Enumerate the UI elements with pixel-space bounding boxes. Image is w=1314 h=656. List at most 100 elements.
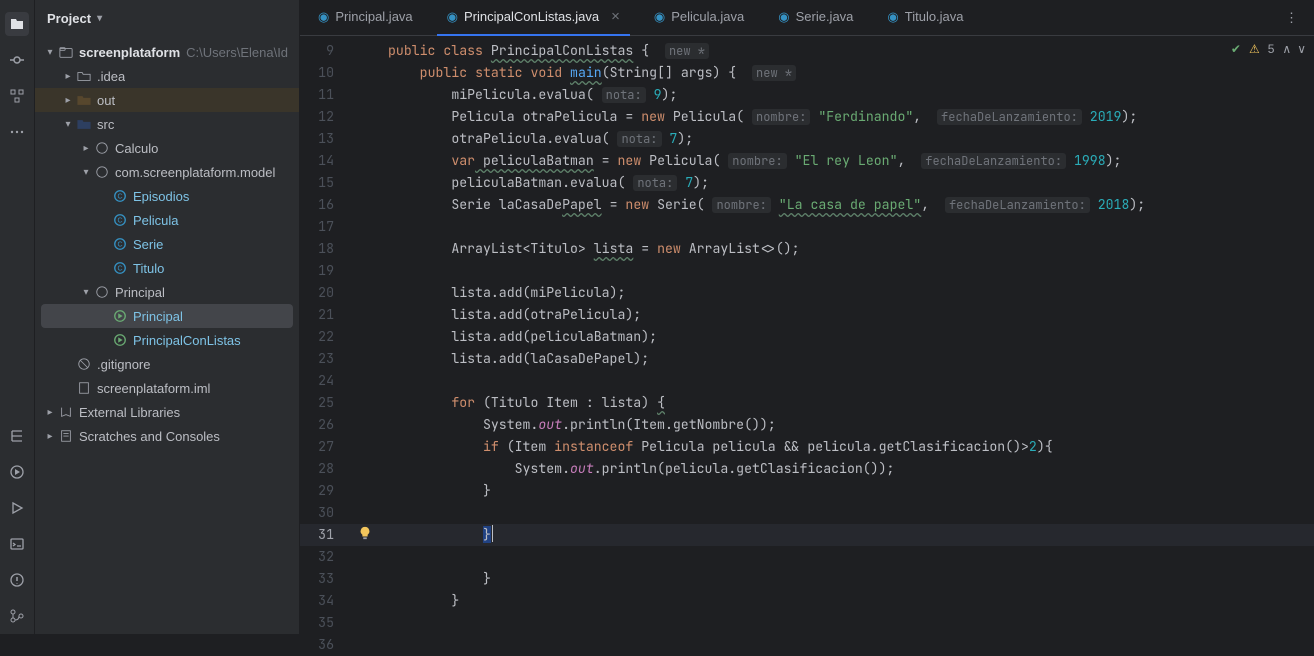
svg-text:C: C (117, 194, 122, 201)
file-icon (75, 357, 93, 371)
bookmarks-tool-icon[interactable] (5, 424, 29, 448)
line-number: 11 (300, 84, 348, 106)
project-icon (57, 45, 75, 59)
more-tool-icon[interactable] (5, 120, 29, 144)
tab-principal[interactable]: ◉ Principal.java (308, 0, 423, 36)
tree-class-titulo[interactable]: C Titulo (35, 256, 299, 280)
tree-calculo-pkg[interactable]: ▸ Calculo (35, 136, 299, 160)
line-number: 19 (300, 260, 348, 282)
package-icon (93, 141, 111, 155)
intention-bulb-icon[interactable] (358, 526, 372, 540)
tree-root-path: C:\Users\Elena\Id (186, 45, 288, 60)
scratches-icon (57, 429, 75, 443)
editor-area: ◉ Principal.java ◉ PrincipalConListas.ja… (300, 0, 1314, 634)
tree-class-pelicula[interactable]: C Pelicula (35, 208, 299, 232)
line-number: 26 (300, 414, 348, 436)
code-editor[interactable]: ✔ ⚠ 5 ∧ ∨ 9public class PrincipalConList… (300, 36, 1314, 656)
tree-scratches[interactable]: ▸ Scratches and Consoles (35, 424, 299, 448)
chevron-right-icon: ▸ (61, 95, 75, 106)
tree-src-folder[interactable]: ▾ src (35, 112, 299, 136)
line-number: 25 (300, 392, 348, 414)
tree-gitignore[interactable]: .gitignore (35, 352, 299, 376)
tree-idea-folder[interactable]: ▸ .idea (35, 64, 299, 88)
package-icon (93, 285, 111, 299)
terminal-tool-icon[interactable] (5, 532, 29, 556)
project-tree[interactable]: ▾ screenplataform C:\Users\Elena\Id ▸ .i… (35, 36, 299, 634)
nav-down-icon[interactable]: ∨ (1297, 42, 1304, 56)
class-icon: C (111, 261, 129, 275)
chevron-right-icon: ▸ (79, 143, 93, 154)
folder-icon (75, 93, 93, 107)
tree-item-label: Principal (115, 285, 165, 300)
line-number: 31 (300, 524, 348, 546)
tree-external-libs[interactable]: ▸ External Libraries (35, 400, 299, 424)
tab-principalconlistas[interactable]: ◉ PrincipalConListas.java × (437, 0, 630, 36)
folder-icon (75, 69, 93, 83)
line-number: 33 (300, 568, 348, 590)
editor-tabs: ◉ Principal.java ◉ PrincipalConListas.ja… (300, 0, 1314, 36)
class-icon: C (111, 213, 129, 227)
tree-item-label: src (97, 117, 114, 132)
line-number: 23 (300, 348, 348, 370)
chevron-down-icon: ▾ (79, 167, 93, 178)
vcs-tool-icon[interactable] (5, 604, 29, 628)
tree-root[interactable]: ▾ screenplataform C:\Users\Elena\Id (35, 40, 299, 64)
line-number: 29 (300, 480, 348, 502)
line-number: 12 (300, 106, 348, 128)
tree-item-label: Serie (133, 237, 163, 252)
project-tool-icon[interactable] (5, 12, 29, 36)
tab-titulo[interactable]: ◉ Titulo.java (877, 0, 973, 36)
tree-item-label: com.screenplataform.model (115, 165, 275, 180)
tree-class-principalconlistas[interactable]: PrincipalConListas (35, 328, 299, 352)
runnable-class-icon (111, 333, 129, 347)
class-icon: C (111, 237, 129, 251)
svg-text:C: C (117, 218, 122, 225)
line-number: 36 (300, 634, 348, 656)
line-number: 18 (300, 238, 348, 260)
line-number: 10 (300, 62, 348, 84)
inspection-indicators[interactable]: ✔ ⚠ 5 ∧ ∨ (1231, 42, 1304, 56)
project-panel-header[interactable]: Project ▾ (35, 0, 299, 36)
tree-class-principal[interactable]: Principal (41, 304, 293, 328)
tree-principal-pkg[interactable]: ▾ Principal (35, 280, 299, 304)
tree-class-serie[interactable]: C Serie (35, 232, 299, 256)
nav-up-icon[interactable]: ∧ (1282, 42, 1289, 56)
file-icon (75, 381, 93, 395)
tab-label: Pelicula.java (671, 9, 744, 24)
tree-item-label: Titulo (133, 261, 164, 276)
commit-tool-icon[interactable] (5, 48, 29, 72)
chevron-down-icon: ▾ (79, 287, 93, 298)
left-tool-rail (0, 0, 35, 634)
tab-label: Titulo.java (905, 9, 964, 24)
problems-tool-icon[interactable] (5, 568, 29, 592)
chevron-down-icon: ▾ (43, 47, 57, 58)
tree-item-label: Scratches and Consoles (79, 429, 220, 444)
line-number: 35 (300, 612, 348, 634)
tree-out-folder[interactable]: ▸ out (35, 88, 299, 112)
line-number: 15 (300, 172, 348, 194)
tree-item-label: out (97, 93, 115, 108)
tab-label: PrincipalConListas.java (464, 9, 599, 24)
line-number: 24 (300, 370, 348, 392)
tab-pelicula[interactable]: ◉ Pelicula.java (644, 0, 754, 36)
tree-model-pkg[interactable]: ▾ com.screenplataform.model (35, 160, 299, 184)
tree-root-name: screenplataform (79, 45, 180, 60)
tree-item-label: screenplataform.iml (97, 381, 210, 396)
tree-item-label: .idea (97, 69, 125, 84)
chevron-right-icon: ▸ (61, 71, 75, 82)
tree-iml[interactable]: screenplataform.iml (35, 376, 299, 400)
tab-overflow-icon[interactable]: ⋮ (1277, 10, 1306, 26)
play-tool-icon[interactable] (5, 496, 29, 520)
tab-label: Principal.java (335, 9, 412, 24)
close-icon[interactable]: × (611, 8, 620, 25)
class-icon: C (111, 189, 129, 203)
tree-class-episodios[interactable]: C Episodios (35, 184, 299, 208)
package-icon (93, 165, 111, 179)
line-number: 9 (300, 40, 348, 62)
class-icon: ◉ (887, 9, 898, 25)
tab-serie[interactable]: ◉ Serie.java (768, 0, 863, 36)
structure-tool-icon[interactable] (5, 84, 29, 108)
run-tool-icon[interactable] (5, 460, 29, 484)
chevron-right-icon: ▸ (43, 431, 57, 442)
line-number: 32 (300, 546, 348, 568)
